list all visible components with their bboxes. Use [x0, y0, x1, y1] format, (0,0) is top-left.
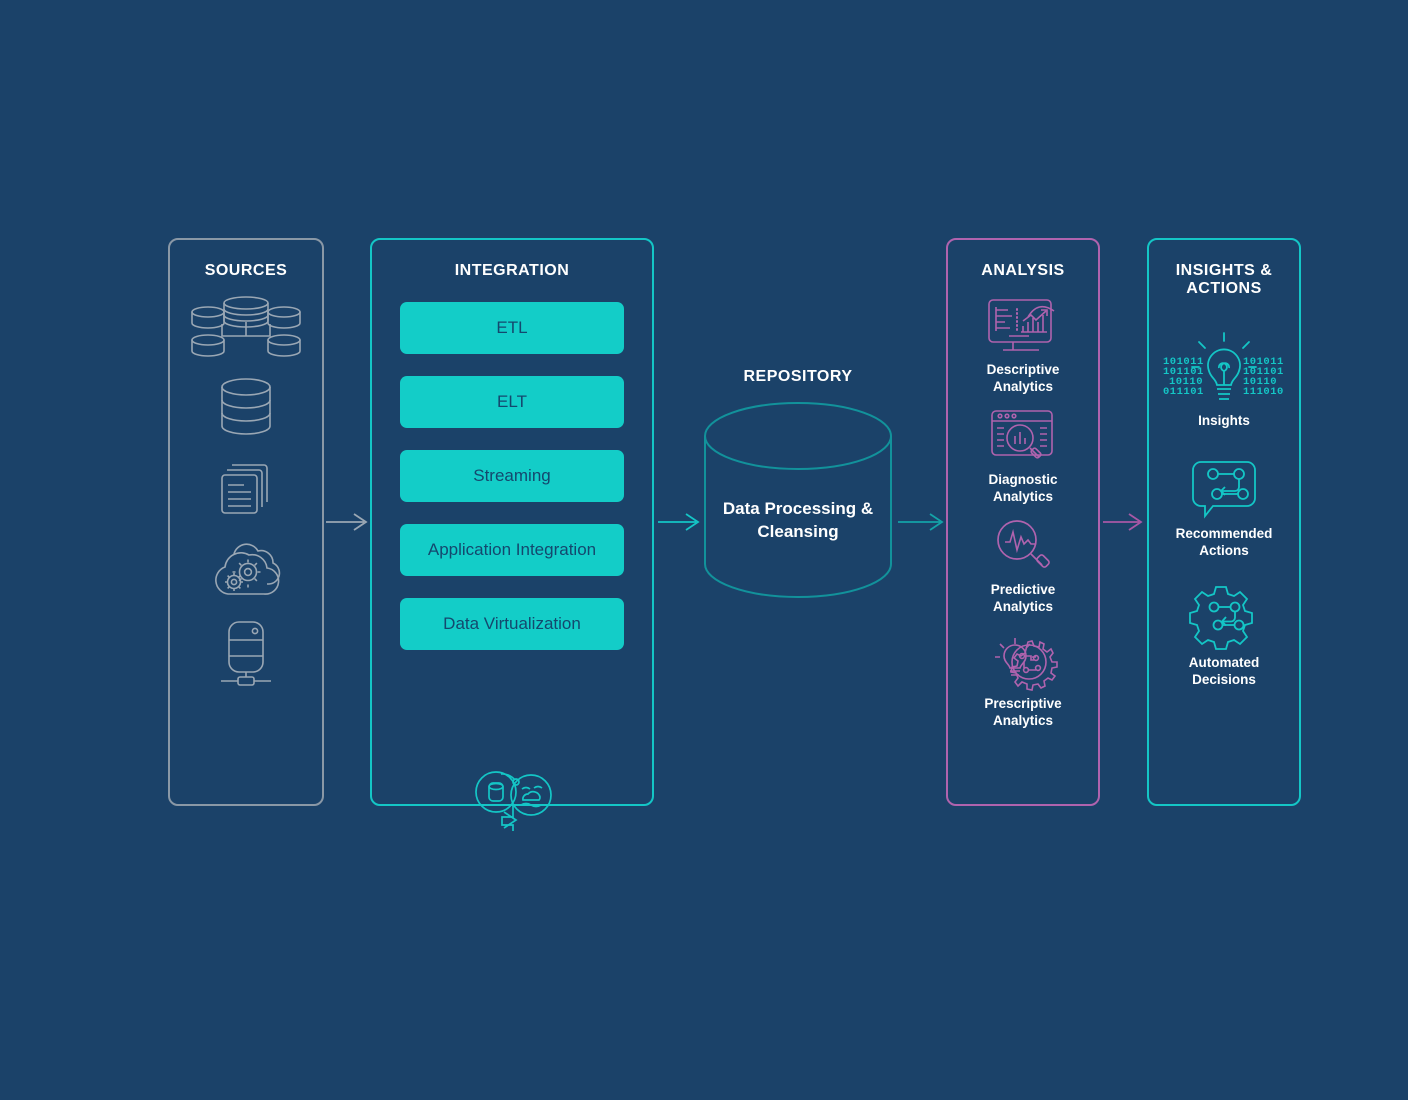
repository-title: REPOSITORY: [743, 368, 853, 385]
lightbulb-binary-icon: 101011 101101 10110 011101 101011 101101…: [1161, 323, 1287, 409]
diagram-canvas: SOURCES INTEGRATION ETL ELT Streaming Ap…: [0, 0, 1408, 1100]
insights-title-line2: ACTIONS: [1186, 280, 1262, 298]
repository-label-line1: Data Processing &: [722, 499, 874, 518]
analysis-item-prescriptive: Prescriptive Analytics: [948, 626, 1098, 730]
repository-group: REPOSITORY Data Processing & Cleansing: [698, 368, 898, 628]
analysis-item-predictive: Predictive Analytics: [948, 516, 1098, 616]
data-lake-transfer-icon: [468, 759, 556, 836]
server-icon: [211, 618, 281, 688]
repository-label-line2: Cleansing: [757, 521, 839, 541]
column-title-sources: SOURCES: [204, 262, 288, 279]
insights-item-insights: 101011 101101 10110 011101 101011 101101…: [1149, 323, 1299, 430]
insights-item-automated-decisions: Automated Decisions: [1149, 583, 1299, 689]
analysis-item-descriptive: Descriptive Analytics: [948, 292, 1098, 396]
arrow-sources-to-integration: [326, 513, 368, 531]
documents-icon: [214, 456, 278, 518]
analysis-label-descriptive: Descriptive Analytics: [986, 362, 1060, 395]
column-integration: INTEGRATION ETL ELT Streaming Applicatio…: [370, 238, 654, 831]
cloud-gears-icon: [204, 536, 288, 600]
monitor-chart-icon: [983, 292, 1063, 358]
column-insights-actions: INSIGHTS & ACTIONS 101011 101101 10110 0…: [1147, 238, 1301, 806]
database-icon: [215, 376, 277, 438]
insights-label-automated-decisions: Automated Decisions: [1188, 655, 1260, 688]
gear-flow-icon: [1188, 583, 1260, 651]
pill-etl[interactable]: ETL: [400, 302, 624, 355]
binary-left-4: 011101: [1163, 386, 1204, 398]
binary-right-4: 111010: [1243, 386, 1284, 398]
insights-item-list: 101011 101101 10110 011101 101011 101101…: [1149, 305, 1299, 689]
database-cluster-icon: [191, 296, 301, 358]
column-title-integration: INTEGRATION: [454, 262, 570, 279]
analysis-label-prescriptive: Prescriptive Analytics: [984, 695, 1062, 728]
speech-bubble-flow-icon: [1189, 456, 1259, 522]
column-sources: SOURCES: [168, 238, 324, 806]
insights-label-recommended-actions: Recommended Actions: [1175, 525, 1273, 558]
pill-application-integration[interactable]: Application Integration: [400, 524, 624, 577]
column-analysis: ANALYSIS Descriptive Analytics Diagnosti…: [946, 238, 1100, 806]
pill-elt[interactable]: ELT: [400, 376, 624, 429]
pill-data-virtualization[interactable]: Data Virtualization: [400, 598, 624, 651]
insights-item-recommended-actions: Recommended Actions: [1149, 456, 1299, 560]
column-title-insights-actions: INSIGHTS & ACTIONS: [1176, 262, 1273, 299]
sources-icon-list: [191, 296, 301, 688]
analysis-item-list: Descriptive Analytics Diagnostic Analyti…: [948, 286, 1098, 729]
pill-streaming[interactable]: Streaming: [400, 450, 624, 503]
browser-magnifier-icon: [986, 406, 1060, 468]
analysis-label-diagnostic: Diagnostic Analytics: [988, 472, 1058, 505]
column-title-analysis: ANALYSIS: [981, 262, 1065, 279]
repository-cylinder: Data Processing & Cleansing: [703, 396, 893, 604]
analysis-item-diagnostic: Diagnostic Analytics: [948, 406, 1098, 506]
integration-pill-list: ETL ELT Streaming Application Integratio…: [372, 302, 652, 651]
lightbulb-gear-icon: [984, 626, 1062, 692]
repository-label: Data Processing & Cleansing: [703, 498, 893, 544]
insights-title-line1: INSIGHTS &: [1175, 262, 1273, 279]
insights-label-insights: Insights: [1198, 412, 1250, 428]
analysis-label-predictive: Predictive Analytics: [990, 581, 1056, 614]
magnifier-pulse-icon: [987, 516, 1059, 578]
arrow-analysis-to-insights: [1103, 513, 1143, 531]
arrow-repository-to-analysis: [898, 513, 944, 531]
